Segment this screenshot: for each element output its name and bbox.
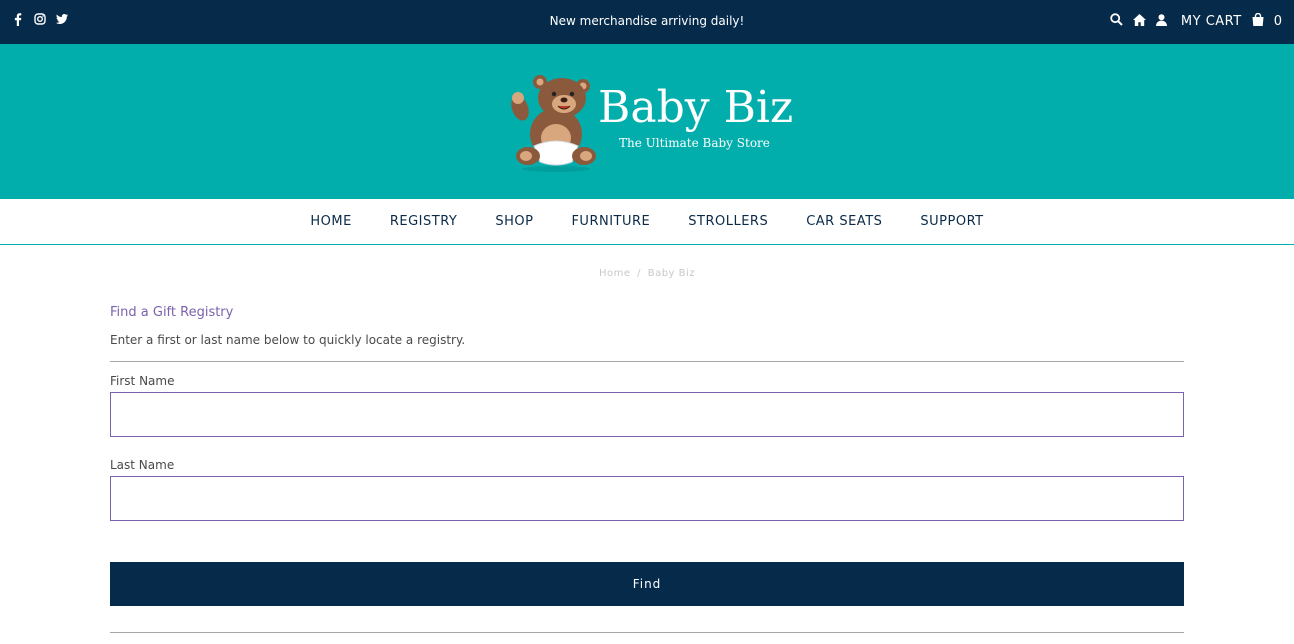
first-name-field[interactable] — [110, 392, 1184, 437]
announcement-text: New merchandise arriving daily! — [549, 14, 745, 28]
site-header: Baby Biz The Ultimate Baby Store — [0, 44, 1294, 199]
last-name-label: Last Name — [110, 458, 175, 472]
top-bar-actions: MY CART 0 — [1110, 12, 1282, 30]
nav-item-strollers[interactable]: STROLLERS — [669, 214, 787, 229]
main-nav: HOME REGISTRY SHOP FURNITURE STROLLERS C… — [0, 199, 1294, 245]
bottom-divider — [110, 632, 1184, 633]
brand-tagline: The Ultimate Baby Store — [619, 136, 770, 150]
find-button[interactable]: Find — [110, 562, 1184, 606]
last-name-field[interactable] — [110, 476, 1184, 521]
shopping-bag-icon[interactable] — [1252, 12, 1264, 30]
nav-item-shop[interactable]: SHOP — [476, 214, 552, 229]
nav-item-home[interactable]: HOME — [291, 214, 370, 229]
brand-name: Baby Biz — [598, 82, 794, 133]
breadcrumb: Home / Baby Biz — [0, 268, 1294, 279]
breadcrumb-current: Baby Biz — [647, 268, 696, 279]
site-logo[interactable]: Baby Biz The Ultimate Baby Store — [508, 72, 798, 172]
first-name-group: First Name — [110, 374, 1184, 437]
breadcrumb-separator: / — [637, 268, 642, 279]
top-bar: New merchandise arriving daily! MY CART … — [0, 0, 1294, 44]
nav-item-support[interactable]: SUPPORT — [901, 214, 1002, 229]
first-name-label: First Name — [110, 374, 175, 388]
nav-item-car-seats[interactable]: CAR SEATS — [787, 214, 901, 229]
search-icon[interactable] — [1110, 13, 1123, 30]
divider — [110, 361, 1184, 362]
registry-search-section: Find a Gift Registry Enter a first or la… — [110, 300, 1184, 606]
nav-item-furniture[interactable]: FURNITURE — [552, 214, 669, 229]
breadcrumb-home[interactable]: Home — [599, 268, 631, 279]
nav-item-registry[interactable]: REGISTRY — [371, 214, 477, 229]
last-name-group: Last Name — [110, 458, 1184, 521]
account-icon[interactable] — [1155, 13, 1167, 30]
registry-intro: Enter a first or last name below to quic… — [110, 333, 466, 347]
cart-label[interactable]: MY CART — [1181, 14, 1242, 29]
cart-count[interactable]: 0 — [1274, 14, 1282, 29]
page-title: Find a Gift Registry — [110, 305, 234, 320]
teddy-bear-icon — [511, 75, 596, 172]
home-icon[interactable] — [1132, 13, 1146, 30]
